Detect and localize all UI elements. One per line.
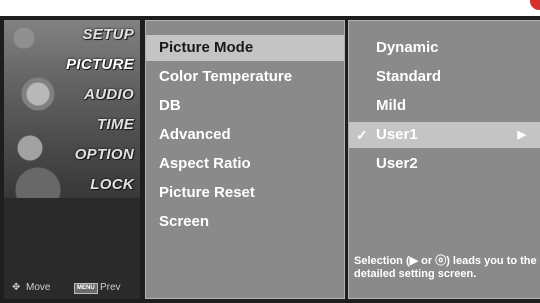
option-label: User1 xyxy=(376,126,418,143)
move-hint-label: Move xyxy=(26,282,51,293)
option-label: Mild xyxy=(376,97,406,114)
option-label: Dynamic xyxy=(376,39,439,56)
nav-item-time[interactable]: TIME xyxy=(97,116,134,133)
option-standard[interactable]: Standard xyxy=(349,64,540,90)
nav-item-picture[interactable]: PICTURE xyxy=(66,56,134,73)
picture-mode-options: Dynamic Standard Mild ✓ User1 ▶ User2 Se… xyxy=(348,20,540,299)
submenu-item-picture-mode[interactable]: Picture Mode xyxy=(146,35,344,61)
nav-item-audio[interactable]: AUDIO xyxy=(84,86,134,103)
option-user2[interactable]: User2 xyxy=(349,151,540,177)
option-user1[interactable]: ✓ User1 ▶ xyxy=(349,122,540,148)
check-icon: ✓ xyxy=(356,127,368,143)
chevron-right-icon: ▶ xyxy=(517,129,526,141)
option-dynamic[interactable]: Dynamic xyxy=(349,35,540,61)
submenu-item-aspect-ratio[interactable]: Aspect Ratio xyxy=(146,151,344,177)
help-text: Selection (▶ or ⓞ) leads you to the deta… xyxy=(354,255,537,280)
nav-footer: ✥ Move MENU Prev xyxy=(4,275,140,299)
menu-key-icon: MENU xyxy=(74,283,98,294)
submenu-item-screen[interactable]: Screen xyxy=(146,209,344,235)
prev-hint-label: Prev xyxy=(100,282,121,293)
submenu-item-color-temperature[interactable]: Color Temperature xyxy=(146,64,344,90)
move-icon: ✥ xyxy=(12,282,21,293)
option-mild[interactable]: Mild xyxy=(349,93,540,119)
tv-osd-menu: SETUP PICTURE AUDIO TIME OPTION LOCK ✥ M… xyxy=(0,16,540,303)
option-label: Standard xyxy=(376,68,442,85)
main-menu-sidebar: SETUP PICTURE AUDIO TIME OPTION LOCK ✥ M… xyxy=(4,20,140,299)
nav-item-setup[interactable]: SETUP xyxy=(82,26,134,43)
nav-item-option[interactable]: OPTION xyxy=(75,146,134,163)
nav-item-lock[interactable]: LOCK xyxy=(90,176,134,193)
sidebar-artwork xyxy=(4,20,140,198)
submenu-item-db[interactable]: DB xyxy=(146,93,344,119)
option-label: User2 xyxy=(376,155,418,172)
submenu-item-picture-reset[interactable]: Picture Reset xyxy=(146,180,344,206)
corner-red-dot xyxy=(530,0,540,10)
picture-submenu: Picture Mode Color Temperature DB Advanc… xyxy=(145,20,345,299)
submenu-item-advanced[interactable]: Advanced xyxy=(146,122,344,148)
